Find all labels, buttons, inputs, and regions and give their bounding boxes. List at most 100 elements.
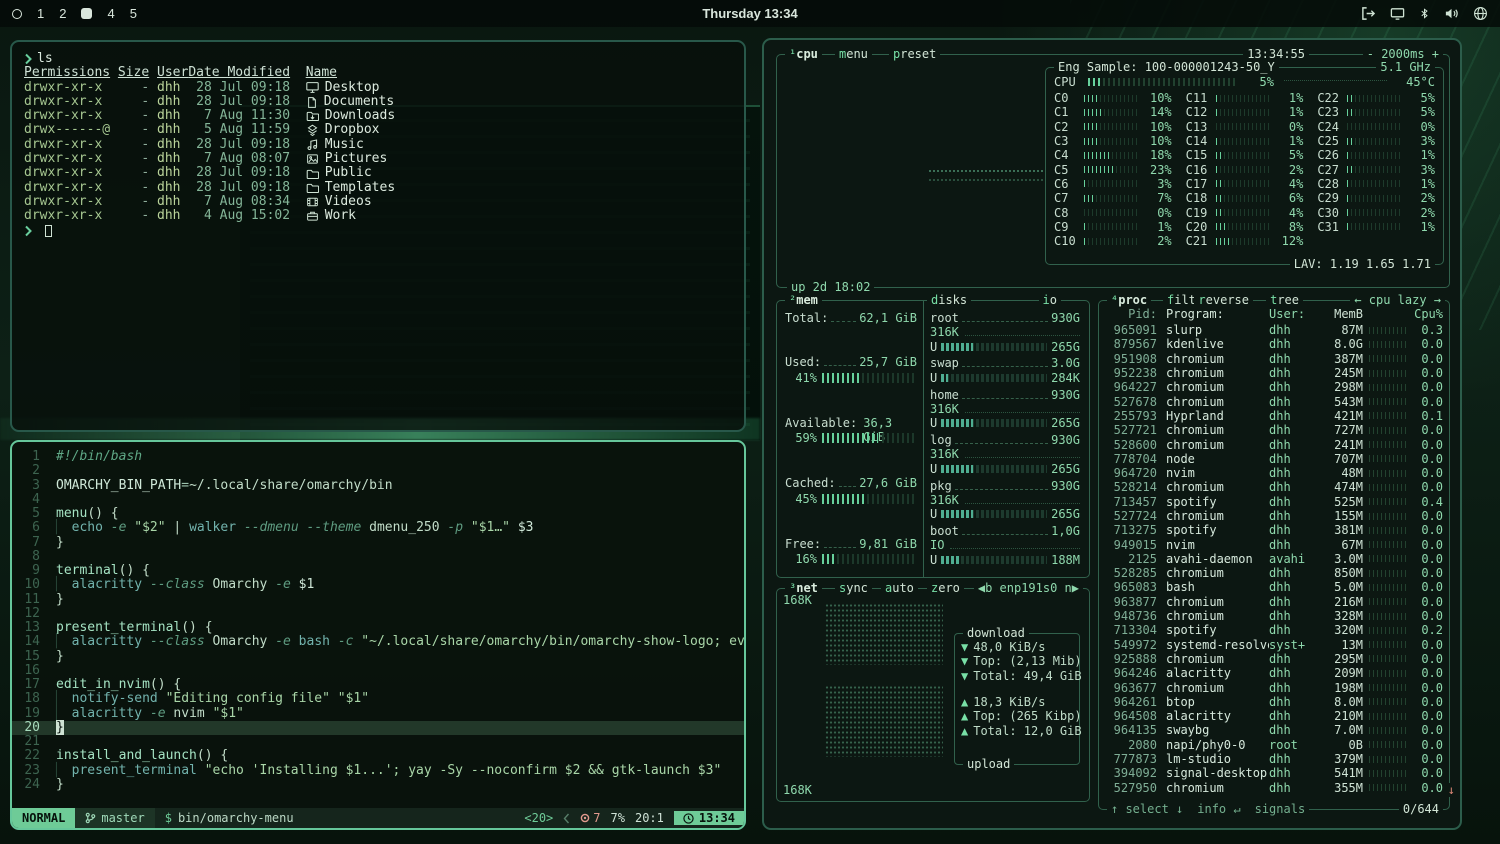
process-row[interactable]: 528600chromiumdhh241M0.0 — [1105, 437, 1443, 451]
cpu-core: C225% — [1317, 91, 1435, 105]
cpu-core: C155% — [1186, 148, 1304, 162]
editor-window-nvim[interactable]: 1#!/bin/bash23OMARCHY_BIN_PATH=~/.local/… — [10, 440, 746, 830]
process-row[interactable]: 394092signal-desktopdhh541M0.0 — [1105, 766, 1443, 780]
disk-size: 930G — [1051, 311, 1080, 325]
disks-toggle[interactable]: disks — [927, 293, 971, 308]
column-header[interactable]: Cpu% — [1409, 307, 1443, 321]
process-row[interactable]: 965091slurpdhh87M0.3 — [1105, 323, 1443, 337]
process-user: dhh — [1269, 395, 1321, 409]
system-monitor-window-btop[interactable]: ¹cpu menu preset 13:34:55 - 2000ms + up … — [762, 38, 1462, 830]
downloads-icon — [306, 110, 319, 122]
process-cpu-graph — [1369, 513, 1409, 520]
terminal-window-ls[interactable]: lsPermissionsSizeUserDate ModifiedNamedr… — [10, 40, 746, 432]
process-user: dhh — [1269, 509, 1321, 523]
scroll-down-indicator[interactable]: ↓ — [1446, 783, 1457, 797]
cpu-core: C310% — [1054, 134, 1172, 148]
core-meter — [1347, 138, 1403, 145]
mem-box-title[interactable]: ²mem — [785, 293, 822, 308]
process-row[interactable]: 2080napi/phy0-0root0B0.0 — [1105, 738, 1443, 752]
disk-io-value: 316K — [930, 493, 959, 507]
process-row[interactable]: 964508alacrittydhh210M0.0 — [1105, 709, 1443, 723]
column-header[interactable]: Pid: — [1105, 307, 1157, 321]
process-row[interactable]: 527724chromiumdhh155M0.0 — [1105, 509, 1443, 523]
process-row[interactable]: 528285chromiumdhh850M0.0 — [1105, 566, 1443, 580]
git-branch[interactable]: master — [75, 808, 154, 828]
process-row[interactable]: 952238chromiumdhh245M0.0 — [1105, 366, 1443, 380]
process-row[interactable]: 964720nvimdhh48M0.0 — [1105, 466, 1443, 480]
process-row[interactable]: 713275spotifydhh381M0.0 — [1105, 523, 1443, 537]
process-cpu-percent: 0.0 — [1409, 337, 1443, 351]
process-row[interactable]: 713304spotifydhh320M0.2 — [1105, 623, 1443, 637]
core-meter — [1084, 195, 1140, 202]
process-memory: 541M — [1321, 766, 1363, 780]
column-header[interactable]: User: — [1269, 307, 1321, 321]
process-pid: 528214 — [1105, 480, 1157, 494]
stat-value: 27,6 GiB — [859, 476, 917, 490]
process-row[interactable]: 925888chromiumdhh295M0.0 — [1105, 652, 1443, 666]
interface-selector[interactable]: ◀b enp191s0 n▶ — [974, 581, 1083, 596]
net-stat-row: ▼Total: 49,4 GiB — [961, 669, 1073, 683]
code-line: 24} — [12, 778, 744, 792]
process-row[interactable]: 255793Hyprlanddhh421M0.1 — [1105, 409, 1443, 423]
zero-toggle[interactable]: zero — [927, 581, 964, 596]
process-name: chromium — [1157, 438, 1269, 452]
menu-button[interactable]: menu — [835, 47, 872, 62]
process-row[interactable]: 528214chromiumdhh474M0.0 — [1105, 480, 1443, 494]
core-label: C29 — [1317, 191, 1343, 205]
net-axis-bottom: 168K — [783, 783, 812, 797]
proc-box-title[interactable]: ⁴proc — [1107, 293, 1151, 308]
process-cpu-graph — [1369, 370, 1409, 377]
column-header[interactable]: MemB — [1321, 307, 1363, 321]
process-row[interactable]: 527950chromiumdhh355M0.0 — [1105, 781, 1443, 795]
process-row[interactable]: 965083bashdhh5.0M0.0 — [1105, 580, 1443, 594]
process-table-header[interactable]: Pid:Program:User:MemB Cpu% — [1105, 307, 1443, 321]
process-row[interactable]: 964135swaybgdhh7.0M0.0 — [1105, 723, 1443, 737]
process-row[interactable]: 964261btopdhh8.0M0.0 — [1105, 695, 1443, 709]
process-row[interactable]: 949015nvimdhh67M0.0 — [1105, 537, 1443, 551]
process-user: dhh — [1269, 495, 1321, 509]
file-name[interactable]: $ bin/omarchy-menu — [155, 808, 304, 828]
process-row[interactable]: 964227chromiumdhh298M0.0 — [1105, 380, 1443, 394]
process-row[interactable]: 527721chromiumdhh727M0.0 — [1105, 423, 1443, 437]
process-row[interactable]: 2125avahi-daemonavahi3.0M0.0 — [1105, 552, 1443, 566]
line-number: 6 — [12, 521, 56, 535]
process-row[interactable]: 777873lm-studiodhh379M0.0 — [1105, 752, 1443, 766]
column-header[interactable]: Program: — [1157, 307, 1269, 321]
process-row[interactable]: 549972systemd-resolvesyst+13M0.0 — [1105, 638, 1443, 652]
process-row[interactable]: 527678chromiumdhh543M0.0 — [1105, 394, 1443, 408]
process-row[interactable]: 963677chromiumdhh198M0.0 — [1105, 680, 1443, 694]
workspace-5[interactable]: 5 — [130, 6, 137, 21]
workspace-3-active[interactable] — [81, 8, 92, 19]
reverse-toggle[interactable]: reverse — [1194, 293, 1253, 308]
process-row[interactable]: 951908chromiumdhh387M0.0 — [1105, 352, 1443, 366]
memory-stat: Cached:27,6 GiB45% — [785, 476, 917, 506]
cpu-box-title[interactable]: ¹cpu — [785, 47, 822, 62]
preset-button[interactable]: preset — [889, 47, 940, 62]
sync-toggle[interactable]: sync — [835, 581, 872, 596]
workspace-2[interactable]: 2 — [59, 6, 66, 21]
process-user: dhh — [1269, 352, 1321, 366]
process-memory: 727M — [1321, 423, 1363, 437]
core-percent: 14% — [1144, 105, 1172, 119]
process-row[interactable]: 963877chromiumdhh216M0.0 — [1105, 595, 1443, 609]
key-hint: ↑ select ↓ — [1111, 802, 1183, 817]
workspace-indicator[interactable] — [12, 9, 22, 19]
process-row[interactable]: 713457spotifydhh525M0.4 — [1105, 495, 1443, 509]
process-row[interactable]: 879567kdenlivedhh8.0G0.0 — [1105, 337, 1443, 351]
workspace-4[interactable]: 4 — [107, 6, 114, 21]
process-row[interactable]: 964246alacrittydhh209M0.0 — [1105, 666, 1443, 680]
core-label: C24 — [1317, 120, 1343, 134]
shell-prompt-line — [24, 224, 732, 238]
file-owner: dhh — [149, 81, 188, 95]
io-toggle[interactable]: io — [1039, 293, 1061, 308]
code-buffer[interactable]: 1#!/bin/bash23OMARCHY_BIN_PATH=~/.local/… — [12, 442, 744, 808]
workspace-1[interactable]: 1 — [37, 6, 44, 21]
sort-selector[interactable]: ← cpu lazy → — [1350, 293, 1445, 308]
process-row[interactable]: 948736chromiumdhh328M0.0 — [1105, 609, 1443, 623]
process-row[interactable]: 778704nodedhh707M0.0 — [1105, 452, 1443, 466]
file-row: drwxr-xr-x-dhh28 Jul 09:18Desktop — [24, 81, 732, 95]
core-label: C5 — [1054, 163, 1080, 177]
auto-toggle[interactable]: auto — [881, 581, 918, 596]
file-size: - — [118, 152, 149, 166]
tree-toggle[interactable]: tree — [1266, 293, 1303, 308]
